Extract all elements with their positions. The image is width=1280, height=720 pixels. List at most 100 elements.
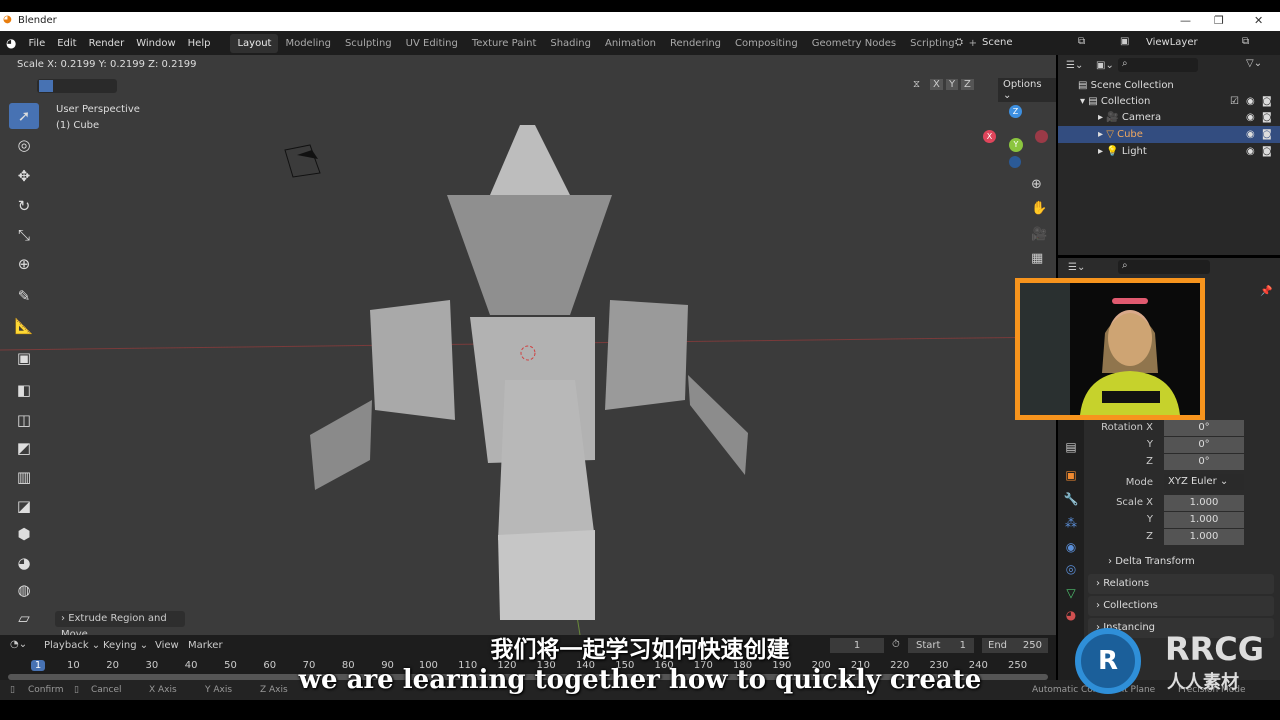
scene-collection-row[interactable]: ▤ Scene Collection [1058,77,1280,94]
editor-type-icon[interactable]: ☰⌄ [1068,262,1085,273]
minimize-button[interactable]: — [1180,14,1191,27]
render-icon[interactable]: ◙ [1262,146,1272,157]
navigation-gizmo[interactable]: Z X Y [980,100,1050,170]
display-mode-icon[interactable]: ☰⌄ [1066,60,1083,71]
mirror-z-toggle[interactable]: Z [961,79,974,90]
scale-y-field[interactable]: 1.000 [1164,512,1244,528]
outliner-item-cube[interactable]: ▸ ▽ Cube ◉ ◙ [1058,126,1280,143]
scale-x-field[interactable]: 1.000 [1164,495,1244,511]
subtitle-english: we are learning together how to quickly … [298,665,982,695]
scale-y-label: Y [1146,514,1153,525]
new-scene-icon[interactable]: ⧉ [1078,36,1085,47]
scene-icon: ⛭ [955,37,963,48]
blender-logo-icon: ◕ [3,14,12,25]
render-icon[interactable]: ◙ [1262,112,1272,123]
tab-shading[interactable]: Shading [543,34,598,53]
filter-icon[interactable]: ▽⌄ [1246,58,1262,69]
close-button[interactable]: ✕ [1254,14,1263,27]
subtitle-chinese: 我们将一起学习如何快速创建 [490,637,790,663]
tab-layout[interactable]: Layout [230,33,279,53]
collections-panel[interactable]: › Collections [1088,596,1274,616]
rotation-y-field[interactable]: 0° [1164,437,1244,453]
scene-collection-label: Scene Collection [1090,80,1174,91]
menu-help[interactable]: Help [182,38,217,49]
properties-search[interactable]: ⌕ [1118,260,1210,274]
new-view-layer-icon[interactable]: ⧉ [1242,36,1249,47]
gizmo-neg-z[interactable] [1009,156,1021,168]
view-layer-selector[interactable]: ViewLayer [1146,37,1198,48]
blender-menu-icon[interactable]: ◕ [0,36,22,50]
tab-modeling[interactable]: Modeling [278,34,338,53]
eye-icon[interactable]: ◉ [1246,112,1255,123]
right-wing [688,375,748,475]
relations-panel[interactable]: › Relations [1088,574,1274,594]
mirror-y-toggle[interactable]: Y [946,79,959,90]
eye-icon[interactable]: ◉ [1246,96,1255,107]
menu-file[interactable]: File [22,38,51,49]
rotation-x-field[interactable]: 0° [1164,420,1244,436]
pan-hand-icon[interactable]: ✋ [1031,201,1047,216]
checkbox[interactable]: ☑ [1230,96,1239,107]
outliner-search[interactable]: ⌕ [1118,58,1198,72]
mode-label: Mode [1125,477,1153,488]
item-label: Camera [1121,112,1162,123]
pin-icon[interactable]: 📌 [1260,286,1272,297]
filter-view-icon[interactable]: ▣⌄ [1096,60,1114,71]
physics-tab-icon[interactable]: ◉ [1063,540,1079,556]
tab-compositing[interactable]: Compositing [728,34,805,53]
rotation-mode-dropdown[interactable]: XYZ Euler ⌄ [1164,474,1244,490]
menu-edit[interactable]: Edit [51,38,82,49]
panel-label: Relations [1103,578,1150,589]
left-wing [310,400,372,490]
mirror-x-toggle[interactable]: X [930,79,943,90]
menu-window[interactable]: Window [130,38,181,49]
zoom-icon[interactable]: ⊕ [1031,177,1042,192]
tab-geometry-nodes[interactable]: Geometry Nodes [805,34,903,53]
render-icon[interactable]: ◙ [1262,96,1272,107]
maximize-button[interactable]: ❐ [1214,14,1224,27]
last-operator-panel[interactable]: › Extrude Region and Move [55,611,185,640]
3d-viewport[interactable]: Scale X: 0.2199 Y: 0.2199 Z: 0.2199 User… [0,55,1056,640]
menu-bar: ◕ File Edit Render Window Help Layout Mo… [0,31,1280,55]
outliner-item-light[interactable]: ▸ 💡 Light ◉ ◙ [1058,143,1280,160]
scene-selector[interactable]: Scene [982,37,1013,48]
outliner-item-camera[interactable]: ▸ 🎥 Camera ◉ ◙ [1058,109,1280,126]
material-tab-icon[interactable]: ◕ [1063,608,1079,624]
delta-transform-panel[interactable]: › Delta Transform [1088,552,1274,572]
camera-view-icon[interactable]: 🎥 [1031,227,1047,242]
rotation-y-label: Y [1146,439,1153,450]
title-bar: ◕ Blender — ❐ ✕ [0,12,1280,31]
gizmo-x[interactable]: X [983,130,996,143]
gizmo-z[interactable]: Z [1009,105,1022,118]
gizmo-y[interactable]: Y [1009,138,1023,152]
tab-uv-editing[interactable]: UV Editing [399,34,465,53]
tab-rendering[interactable]: Rendering [663,34,728,53]
tab-scripting[interactable]: Scripting [903,34,961,53]
menu-render[interactable]: Render [83,38,131,49]
render-icon[interactable]: ◙ [1262,129,1272,140]
tab-texture-paint[interactable]: Texture Paint [465,34,544,53]
constraints-tab-icon[interactable]: ◎ [1063,562,1079,578]
search-icon: ⌕ [1122,58,1128,69]
window-title: Blender [18,15,57,26]
rotation-z-field[interactable]: 0° [1164,454,1244,470]
eye-icon[interactable]: ◉ [1246,129,1255,140]
rotation-z-label: Z [1146,456,1153,467]
outliner: ☰⌄ ▣⌄ ⌕ ▽⌄ ▤ Scene Collection ▾ ▤ Collec… [1058,55,1280,255]
tab-animation[interactable]: Animation [598,34,663,53]
cone-top [490,125,570,195]
mirror-icon[interactable]: ⧖ [913,79,920,90]
add-workspace-button[interactable]: + [962,34,984,53]
collection-label: Collection [1100,96,1151,107]
ortho-grid-icon[interactable]: ▦ [1031,251,1043,266]
scale-z-field[interactable]: 1.000 [1164,529,1244,545]
gizmo-neg-x[interactable] [1035,130,1048,143]
options-dropdown[interactable]: Options ⌄ [998,78,1056,102]
collection-icon: ▤ [1085,96,1101,107]
collection-row[interactable]: ▾ ▤ Collection ☑ ◉ ◙ [1058,93,1280,110]
tab-sculpting[interactable]: Sculpting [338,34,399,53]
eye-icon[interactable]: ◉ [1246,146,1255,157]
data-tab-icon[interactable]: ▽ [1063,586,1079,602]
left-box [370,300,455,420]
camera-icon: 🎥 [1103,112,1122,123]
